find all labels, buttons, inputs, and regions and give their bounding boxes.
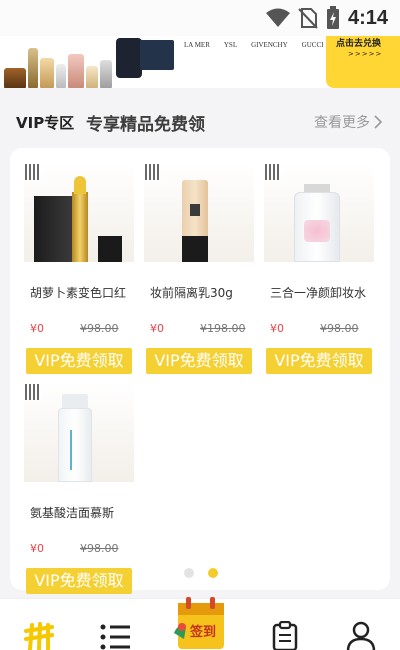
qr-mark (25, 384, 41, 400)
vip-products-card: 胡萝卜素变色口红 ¥0 ¥98.00 VIP免费领取 妆前隔离乳30g ¥0 ¥… (10, 148, 390, 594)
product-item[interactable]: 胡萝卜素变色口红 ¥0 ¥98.00 VIP免费领取 (24, 162, 134, 374)
product-name: 胡萝卜素变色口红 (30, 286, 127, 300)
product-item[interactable]: 三合一净颜卸妆水 ¥0 ¥98.00 VIP免费领取 (264, 162, 374, 374)
product-name: 三合一净颜卸妆水 (270, 286, 367, 300)
phone-image (116, 38, 142, 78)
brand-logo: LA MER (184, 41, 210, 49)
nav-category[interactable] (100, 621, 132, 650)
product-item[interactable]: 妆前隔离乳30g ¥0 ¥198.00 VIP免费领取 (144, 162, 254, 374)
qr-mark (265, 164, 281, 180)
view-more-link[interactable]: 查看更多 (314, 112, 382, 132)
section-subtitle: 专享精品免费领 (86, 115, 205, 135)
brand-logo: GUCCI (301, 41, 324, 49)
redeem-arrows: >>>>> (348, 50, 383, 58)
product-name: 氨基酸洁面慕斯 (30, 506, 115, 520)
original-price: ¥98.00 (80, 542, 119, 555)
brand-logo: GIVENCHY (251, 41, 288, 49)
nav-orders[interactable] (272, 620, 298, 650)
product-item[interactable]: 氨基酸洁面慕斯 ¥0 ¥98.00 VIP免费领取 (24, 382, 134, 594)
qr-mark (25, 164, 41, 180)
current-price: ¥0 (30, 322, 44, 335)
vip-claim-button[interactable]: VIP免费领取 (146, 348, 252, 374)
user-icon (346, 621, 376, 650)
product-image-lipstick (24, 162, 134, 262)
laptop-image (140, 40, 174, 70)
current-price: ¥0 (270, 322, 284, 335)
qr-mark (145, 164, 161, 180)
page-dot-active[interactable] (208, 568, 218, 578)
battery-charging-icon (326, 6, 339, 29)
bottom-nav: 签到 (0, 597, 400, 650)
vip-claim-button[interactable]: VIP免费领取 (266, 348, 372, 374)
status-icons: 4:14 (265, 6, 388, 30)
product-image-makeup-remover (264, 162, 374, 262)
no-sim-icon (298, 8, 318, 29)
list-icon (100, 624, 130, 650)
redeem-button[interactable]: 点击去兑换 >>>>> (326, 36, 400, 88)
original-price: ¥98.00 (80, 322, 119, 335)
product-image-cleansing-mousse (24, 382, 134, 482)
page-indicator (184, 568, 218, 578)
vip-claim-button[interactable]: VIP免费领取 (26, 348, 132, 374)
section-title: VIP专区 (16, 114, 75, 132)
vip-section-header: VIP专区 专享精品免费领 查看更多 (0, 104, 400, 140)
chevron-right-icon (374, 115, 382, 129)
nav-home[interactable] (22, 621, 56, 650)
clipboard-icon (272, 620, 298, 650)
original-price: ¥98.00 (320, 322, 359, 335)
status-time: 4:14 (347, 6, 388, 29)
signin-label: 签到 (190, 625, 217, 640)
nav-signin[interactable]: 签到 (172, 593, 228, 650)
status-bar: 4:14 (0, 0, 400, 36)
page-dot[interactable] (184, 568, 194, 578)
brand-logos: LA MER YSL GIVENCHY GUCCI (184, 41, 324, 50)
product-name: 妆前隔离乳30g (150, 286, 233, 300)
current-price: ¥0 (30, 542, 44, 555)
nav-profile[interactable] (346, 621, 376, 650)
wifi-icon (265, 8, 290, 27)
home-grid-icon (24, 622, 54, 650)
current-price: ¥0 (150, 322, 164, 335)
brand-logo: YSL (223, 41, 238, 49)
promo-banner[interactable]: LA MER YSL GIVENCHY GUCCI 点击去兑换 >>>>> (0, 36, 400, 88)
product-image-primer (144, 162, 254, 262)
vip-claim-button[interactable]: VIP免费领取 (26, 568, 132, 594)
original-price: ¥198.00 (200, 322, 246, 335)
redeem-label: 点击去兑换 (336, 39, 382, 49)
view-more-label: 查看更多 (314, 115, 370, 131)
